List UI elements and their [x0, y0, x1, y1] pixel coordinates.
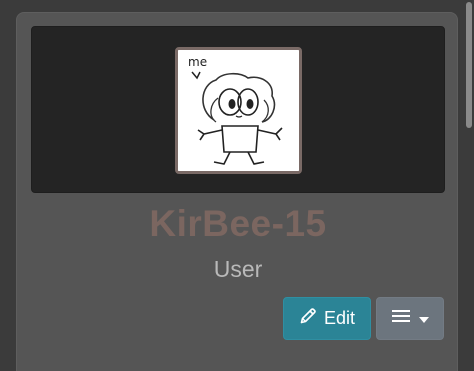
profile-card: me KirBee-15 User Edit: [16, 12, 458, 371]
caret-down-icon: [418, 310, 429, 328]
edit-button-label: Edit: [323, 308, 356, 328]
profile-page: me KirBee-15 User Edit: [0, 0, 474, 371]
scrollbar[interactable]: [466, 0, 472, 371]
edit-button[interactable]: Edit: [283, 297, 371, 340]
username: KirBee-15: [149, 203, 327, 244]
avatar-drawing: me: [178, 50, 299, 171]
scrollbar-thumb[interactable]: [466, 2, 472, 128]
hamburger-icon: [391, 309, 410, 328]
svg-text:me: me: [188, 55, 207, 69]
pencil-icon: [299, 307, 317, 330]
user-role: User: [213, 256, 263, 282]
options-menu-button[interactable]: [376, 297, 444, 340]
avatar[interactable]: me: [175, 47, 302, 174]
